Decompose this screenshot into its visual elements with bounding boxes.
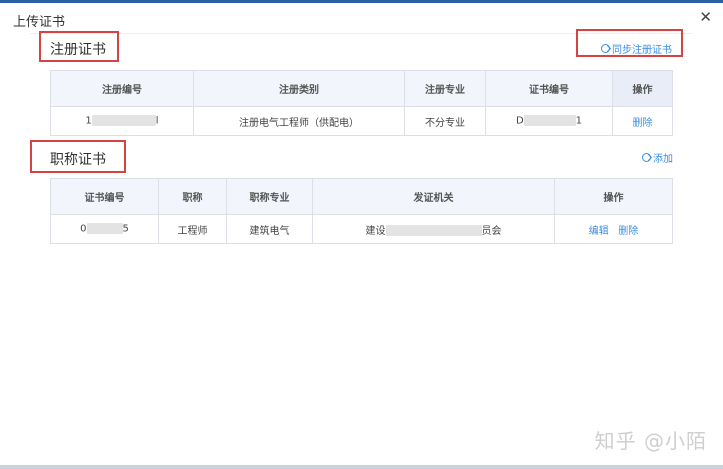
table-header-row: 证书编号 职称 职称专业 发证机关 操作 (50, 178, 673, 215)
col-header-reg-major: 注册专业 (404, 70, 486, 107)
col-header-reg-no: 注册编号 (50, 70, 194, 107)
redaction-blur (523, 115, 576, 127)
table-header-row: 注册编号 注册类别 注册专业 证书编号 操作 (50, 70, 673, 107)
title-cell: 工程师 (158, 214, 227, 244)
table-row: 05 工程师 建筑电气 建设 员会 编辑 删除 (50, 214, 673, 244)
col-header-cert-no: 证书编号 (485, 70, 613, 107)
watermark: 知乎 @小陌 (594, 429, 707, 453)
cert-no-cell: 05 (50, 214, 159, 244)
actions-cell: 编辑 删除 (554, 214, 673, 244)
col-header-cert-no: 证书编号 (50, 178, 159, 215)
reg-major-cell: 不分专业 (404, 106, 486, 136)
bottom-edge (0, 465, 723, 469)
actions-cell: 删除 (612, 106, 673, 136)
col-header-title-major: 职称专业 (226, 178, 313, 215)
issuer-cell: 建设 员会 (312, 214, 555, 244)
col-header-issuer: 发证机关 (312, 178, 555, 215)
title-cert-table: 证书编号 职称 职称专业 发证机关 操作 05 工程师 建筑电气 建设 员会 编辑… (50, 178, 673, 244)
reg-category-cell: 注册电气工程师（供配电） (193, 106, 405, 136)
registered-section-title: 注册证书 (50, 42, 106, 58)
redaction-blur (86, 223, 123, 235)
cert-no-start: 0 (80, 223, 87, 235)
delete-title-cert-button[interactable]: 删除 (618, 226, 638, 237)
sync-link-label: 同步注册证书 (612, 45, 672, 56)
delete-registered-button[interactable]: 删除 (633, 118, 653, 129)
col-header-title: 职称 (158, 178, 227, 215)
issuer-start: 建设 (365, 225, 386, 237)
col-header-reg-category: 注册类别 (193, 70, 405, 107)
edit-title-cert-button[interactable]: 编辑 (589, 226, 609, 237)
title-major-cell: 建筑电气 (226, 214, 313, 244)
issuer-end: 员会 (481, 225, 502, 237)
reg-no-end: l (155, 115, 159, 127)
add-title-cert-link[interactable]: 添加 (642, 150, 673, 165)
add-link-label: 添加 (653, 154, 673, 165)
redaction-blur (385, 225, 482, 236)
cert-no-cell: D1 (485, 106, 613, 136)
col-header-actions: 操作 (554, 178, 673, 215)
title-section-title: 职称证书 (50, 152, 106, 168)
col-header-actions: 操作 (612, 70, 673, 107)
reg-no-start: 1 (85, 115, 92, 127)
dialog-title: 上传证书 (13, 15, 66, 30)
top-accent-bar (0, 0, 723, 3)
table-row: 1l 注册电气工程师（供配电） 不分专业 D1 删除 (50, 106, 673, 136)
registered-cert-table: 注册编号 注册类别 注册专业 证书编号 操作 1l 注册电气工程师（供配电） 不… (50, 70, 673, 136)
close-icon[interactable]: ✕ (699, 8, 712, 26)
reg-no-cell: 1l (50, 106, 194, 136)
sync-registered-cert-link[interactable]: 同步注册证书 (601, 41, 672, 56)
circle-arrow-icon (642, 153, 651, 162)
cert-no-start: D (515, 115, 524, 127)
circle-arrow-icon (601, 44, 610, 53)
cert-no-end: 5 (122, 223, 129, 235)
cert-no-end: 1 (575, 115, 583, 127)
redaction-blur (91, 115, 156, 127)
